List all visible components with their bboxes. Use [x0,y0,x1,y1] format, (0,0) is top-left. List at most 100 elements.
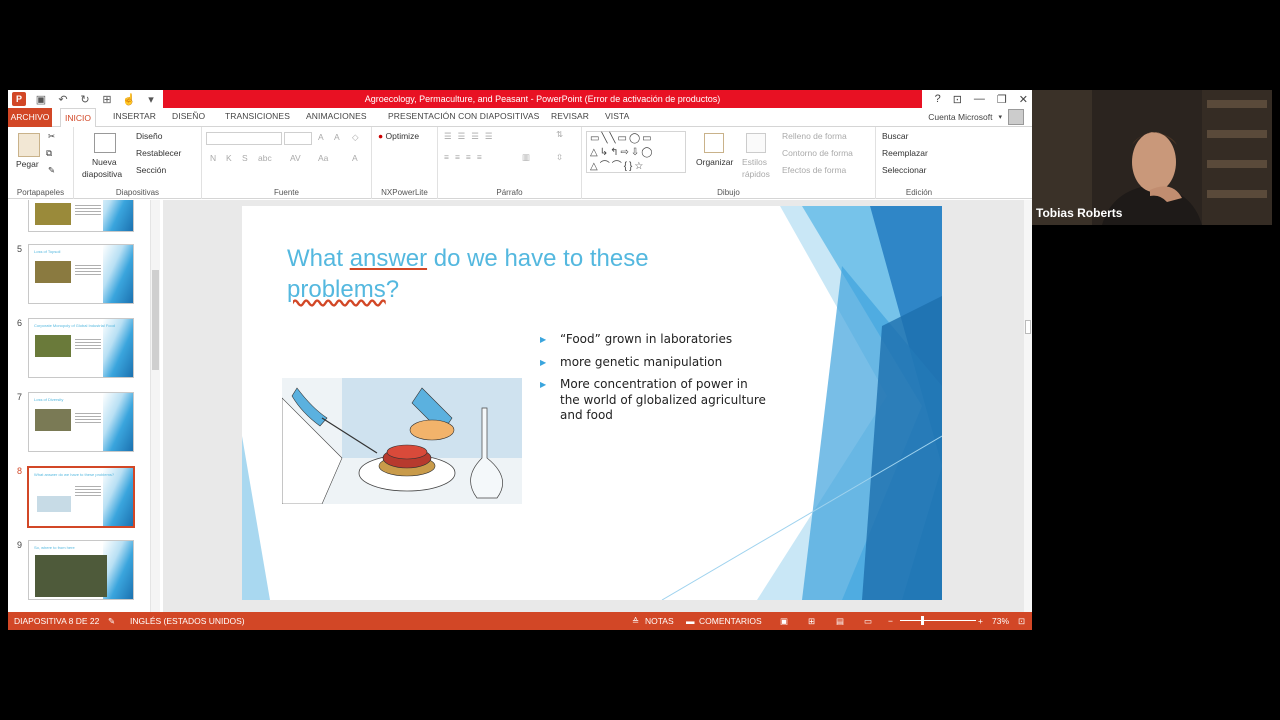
zoom-slider[interactable] [900,620,976,621]
undo-icon[interactable]: ↶ [56,93,70,106]
align-buttons[interactable]: ≡≡≡≡ [444,152,488,162]
tab-vista[interactable]: VISTA [605,111,629,121]
close-icon[interactable]: ✕ [1019,93,1028,106]
underline-button[interactable]: S [242,153,248,163]
minimize-icon[interactable]: — [974,93,985,105]
quick-styles-button[interactable]: rápidos [742,169,770,179]
cut-icon[interactable]: ✂ [48,131,55,142]
group-label-portapapeles: Portapapeles [16,188,65,197]
zoom-level[interactable]: 73% [992,612,1009,630]
find-button[interactable]: Buscar [882,131,908,141]
format-painter-icon[interactable]: ✎ [48,165,55,176]
font-family-select[interactable] [206,132,282,145]
optimize-button[interactable]: ● Optimize [378,131,419,141]
slide-sorter-icon[interactable]: ⊞ [808,612,815,630]
thumb-text [75,263,101,277]
bullet-item: More concentration of power in the world… [540,377,770,424]
fit-slide-icon[interactable]: ⊡ [1018,612,1025,630]
thumbnail-slide-4[interactable] [28,200,134,232]
tab-inicio[interactable]: INICIO [60,108,96,127]
thumb-decoration [103,200,133,231]
text-direction-icon[interactable]: ⇅ [556,129,563,140]
optimize-icon: ● [378,131,384,141]
zoom-slider-thumb[interactable] [921,616,924,625]
status-bar: DIAPOSITIVA 8 DE 22 ✎ INGLÉS (ESTADOS UN… [8,612,1032,630]
thumbnail-slide-7[interactable]: Loss of Diversity [28,392,134,452]
char-spacing-button[interactable]: AV [290,153,301,163]
tab-archivo[interactable]: ARCHIVO [8,108,52,127]
bold-button[interactable]: N [210,153,216,163]
editor-scrollbar[interactable] [1024,200,1032,612]
reset-button[interactable]: Restablecer [136,148,181,158]
slide-title[interactable]: What answer do we have to these problems? [287,243,737,305]
shrink-font-icon[interactable]: A [334,132,340,142]
font-color-button[interactable]: A [352,153,358,163]
thumbnail-slide-6[interactable]: Corporate Monopoly of Global Industrial … [28,318,134,378]
clear-format-icon[interactable]: ◇ [352,132,359,143]
redo-icon[interactable]: ↻ [78,93,92,106]
spelling-icon[interactable]: ✎ [108,612,115,630]
lab-food-illustration[interactable] [282,378,522,504]
customize-qat-icon[interactable]: ▾ [144,93,158,106]
ribbon-display-options-icon[interactable]: ⊡ [953,93,962,106]
account-name: Cuenta Microsoft [928,112,993,122]
columns-icon[interactable]: ▥ [522,152,530,163]
arrange-button[interactable]: Organizar [696,157,733,167]
thumbnail-slide-5[interactable]: Loss of Topsoil [28,244,134,304]
grow-font-icon[interactable]: A [318,132,324,142]
window-title: Agroecology, Permaculture, and Peasant -… [163,90,922,108]
section-button[interactable]: Sección [136,165,166,175]
shape-fill-button[interactable]: Relleno de forma [782,131,847,141]
tab-diseno[interactable]: DISEÑO [172,111,205,121]
shape-effects-button[interactable]: Efectos de forma [782,165,846,175]
thumb-image [37,496,71,512]
save-icon[interactable]: ▣ [34,93,48,106]
restore-icon[interactable]: ❐ [997,93,1007,106]
font-size-select[interactable] [284,132,312,145]
align-text-icon[interactable]: ⇳ [556,152,563,163]
zoom-out-icon[interactable]: − [888,612,893,630]
new-slide-button[interactable]: diapositiva [82,169,122,179]
strikethrough-button[interactable]: abc [258,153,272,163]
paste-button[interactable]: Pegar [16,159,39,169]
zoom-in-icon[interactable]: + [978,612,983,630]
thumbnail-number: 7 [17,392,23,402]
touch-mode-icon[interactable]: ☝ [122,93,136,106]
start-slideshow-icon[interactable]: ⊞ [100,93,114,106]
replace-button[interactable]: Reemplazar [882,148,928,158]
help-icon[interactable]: ? [935,93,941,105]
select-button[interactable]: Seleccionar [882,165,926,175]
comments-button[interactable]: COMENTARIOS [699,612,762,630]
account-area[interactable]: Cuenta Microsoft ▾ [928,109,1024,125]
reading-view-icon[interactable]: ▤ [836,612,844,630]
thumbnail-slide-8[interactable]: What answer do we have to these problems… [25,464,137,530]
thumbnail-slide-9[interactable]: So, where to from here [28,540,134,600]
current-slide[interactable]: What answer do we have to these problems?… [242,206,942,600]
shape-outline-button[interactable]: Contorno de forma [782,148,853,158]
list-buttons[interactable]: ☰☰☰☰ [444,131,498,142]
group-label-dibujo: Dibujo [717,188,740,197]
tab-transiciones[interactable]: TRANSICIONES [225,111,290,121]
normal-view-icon[interactable]: ▣ [780,612,788,630]
ribbon: Pegar ✂ ⧉ ✎ Portapapeles Nueva diapositi… [8,127,1032,199]
thumbnail-scrollbar[interactable] [150,200,160,612]
tab-presentacion[interactable]: PRESENTACIÓN CON DIAPOSITIVAS [388,111,539,121]
title-text-spellcheck: answer [349,245,428,272]
optimize-label: Optimize [385,131,420,141]
tab-animaciones[interactable]: ANIMACIONES [306,111,367,121]
language-indicator[interactable]: INGLÉS (ESTADOS UNIDOS) [130,612,245,630]
bullet-list[interactable]: “Food” grown in laboratories more geneti… [540,332,770,431]
notes-button[interactable]: NOTAS [645,612,674,630]
tab-insertar[interactable]: INSERTAR [113,111,156,121]
shapes-gallery[interactable]: ▭╲╲▭◯▭ △↳↰⇨⇩◯ △⌒⌒{}☆ [586,131,686,173]
scrollbar-thumb[interactable] [152,270,159,370]
tab-revisar[interactable]: REVISAR [551,111,589,121]
scrollbar-thumb[interactable] [1025,320,1031,334]
quick-styles-label[interactable]: Estilos [742,157,767,167]
slideshow-view-icon[interactable]: ▭ [864,612,872,630]
new-slide-label[interactable]: Nueva [92,157,117,167]
copy-icon[interactable]: ⧉ [46,148,52,159]
change-case-button[interactable]: Aa [318,153,328,163]
layout-button[interactable]: Diseño [136,131,162,141]
italic-button[interactable]: K [226,153,232,163]
